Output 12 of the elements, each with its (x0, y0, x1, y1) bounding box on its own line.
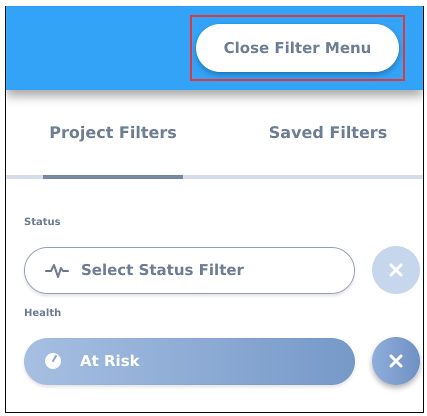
filter-select[interactable]: Select Status Filter (24, 246, 355, 294)
tab[interactable]: Project Filters (43, 90, 183, 179)
filter-label: Status (24, 217, 62, 228)
clear-icon[interactable] (372, 337, 420, 385)
filter-placeholder: Select Status Filter (81, 261, 244, 279)
tab[interactable]: Saved Filters (233, 90, 423, 179)
filter-value: At Risk (80, 352, 140, 370)
gauge-icon (44, 352, 62, 370)
filter-select[interactable]: At Risk (24, 338, 355, 384)
filter-label: Health (24, 308, 62, 319)
close-filter-button[interactable]: Close Filter Menu (196, 24, 399, 72)
pulse-icon (45, 262, 69, 278)
